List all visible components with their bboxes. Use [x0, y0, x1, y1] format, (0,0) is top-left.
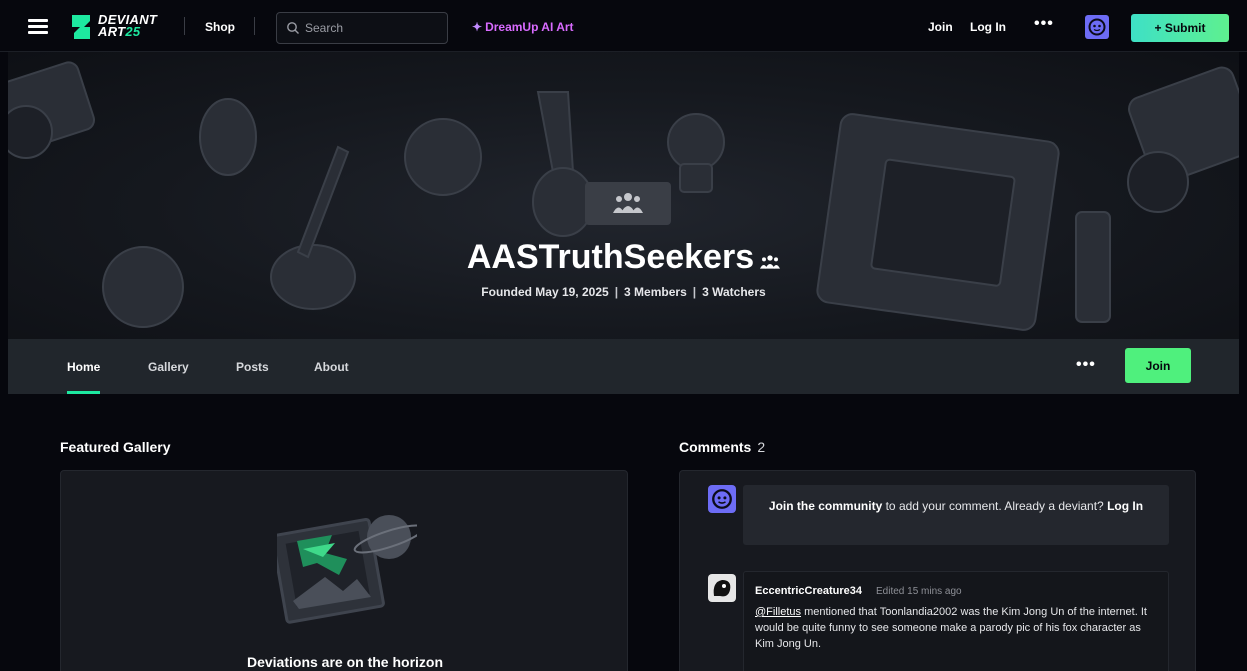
comments-title: Comments 2 — [679, 439, 765, 455]
deviantart-logo-icon — [72, 15, 90, 39]
active-tab-indicator — [67, 391, 100, 394]
group-title: AASTruthSeekers — [8, 238, 1239, 279]
divider — [254, 17, 255, 35]
commenter-avatar[interactable] — [708, 574, 736, 602]
join-link[interactable]: Join — [928, 20, 953, 34]
comments-label: Comments — [679, 439, 752, 455]
watchers-count[interactable]: 3 Watchers — [702, 285, 766, 299]
group-stats: Founded May 19, 2025 | 3 Members | 3 Watcher… — [481, 285, 766, 299]
search-box[interactable] — [276, 12, 448, 44]
join-community-link[interactable]: Join the community — [769, 499, 882, 513]
join-group-button[interactable]: Join — [1125, 348, 1191, 383]
guest-avatar-icon — [708, 485, 736, 513]
featured-gallery-title: Featured Gallery — [60, 439, 171, 455]
comment-author[interactable]: EccentricCreature34 — [755, 585, 862, 597]
comments-count: 2 — [757, 439, 766, 455]
empty-gallery-illustration — [277, 515, 417, 624]
join-prompt-text: to add your comment. Already a deviant? — [882, 499, 1108, 513]
group-avatar — [585, 182, 671, 225]
group-icon — [613, 192, 643, 213]
comment-login-link[interactable]: Log In — [1107, 499, 1143, 513]
comment-item: EccentricCreature34 Edited 15 mins ago @… — [743, 571, 1169, 671]
hamburger-menu-icon[interactable] — [28, 19, 48, 35]
dreamup-link[interactable]: ✦ DreamUp AI Art — [472, 20, 574, 34]
tab-about[interactable]: About — [314, 360, 349, 374]
empty-gallery-message: Deviations are on the horizon — [246, 654, 444, 670]
comment-text: mentioned that Toonlandia2002 was the Ki… — [755, 606, 1147, 650]
sparkle-icon: ✦ — [472, 20, 483, 34]
featured-gallery-card: Deviations are on the horizon — [60, 470, 628, 671]
more-options-icon[interactable]: ••• — [1034, 15, 1054, 33]
tab-gallery[interactable]: Gallery — [148, 360, 189, 374]
tab-posts[interactable]: Posts — [236, 360, 269, 374]
deviantart-logo[interactable]: DEVIANT ART25 — [70, 13, 165, 43]
divider — [184, 17, 185, 35]
group-more-options-icon[interactable]: ••• — [1076, 356, 1096, 374]
shop-link[interactable]: Shop — [205, 20, 235, 34]
comment-body: @Filletus mentioned that Toonlandia2002 … — [755, 604, 1159, 652]
login-link[interactable]: Log In — [970, 20, 1006, 34]
page: DEVIANT ART25 Shop ✦DreamUp AI Art Join … — [0, 0, 1247, 671]
group-tabs: Home Gallery Posts About ••• Join — [8, 339, 1239, 394]
search-input[interactable] — [305, 19, 440, 37]
group-banner: AASTruthSeekers Founded May 19, 2025 | 3 M… — [8, 52, 1239, 339]
group-type-icon — [760, 240, 781, 279]
members-count[interactable]: 3 Members — [624, 285, 687, 299]
tab-home[interactable]: Home — [67, 360, 100, 374]
founded-date: Founded May 19, 2025 — [481, 285, 609, 299]
submit-button[interactable]: + Submit — [1131, 14, 1229, 42]
dreamup-label: DreamUp AI Art — [485, 20, 574, 34]
group-name-text: AASTruthSeekers — [466, 238, 755, 276]
comments-card: Join the community to add your comment. … — [679, 470, 1196, 671]
top-nav: DEVIANT ART25 Shop ✦DreamUp AI Art Join … — [0, 0, 1247, 52]
user-avatar-icon[interactable] — [1085, 15, 1109, 39]
mention-link[interactable]: @Filletus — [755, 606, 801, 618]
search-icon — [287, 22, 299, 34]
comment-timestamp: Edited 15 mins ago — [876, 586, 962, 597]
join-community-prompt: Join the community to add your comment. … — [743, 485, 1169, 545]
logo-wordmark: DEVIANT ART25 — [98, 12, 158, 39]
